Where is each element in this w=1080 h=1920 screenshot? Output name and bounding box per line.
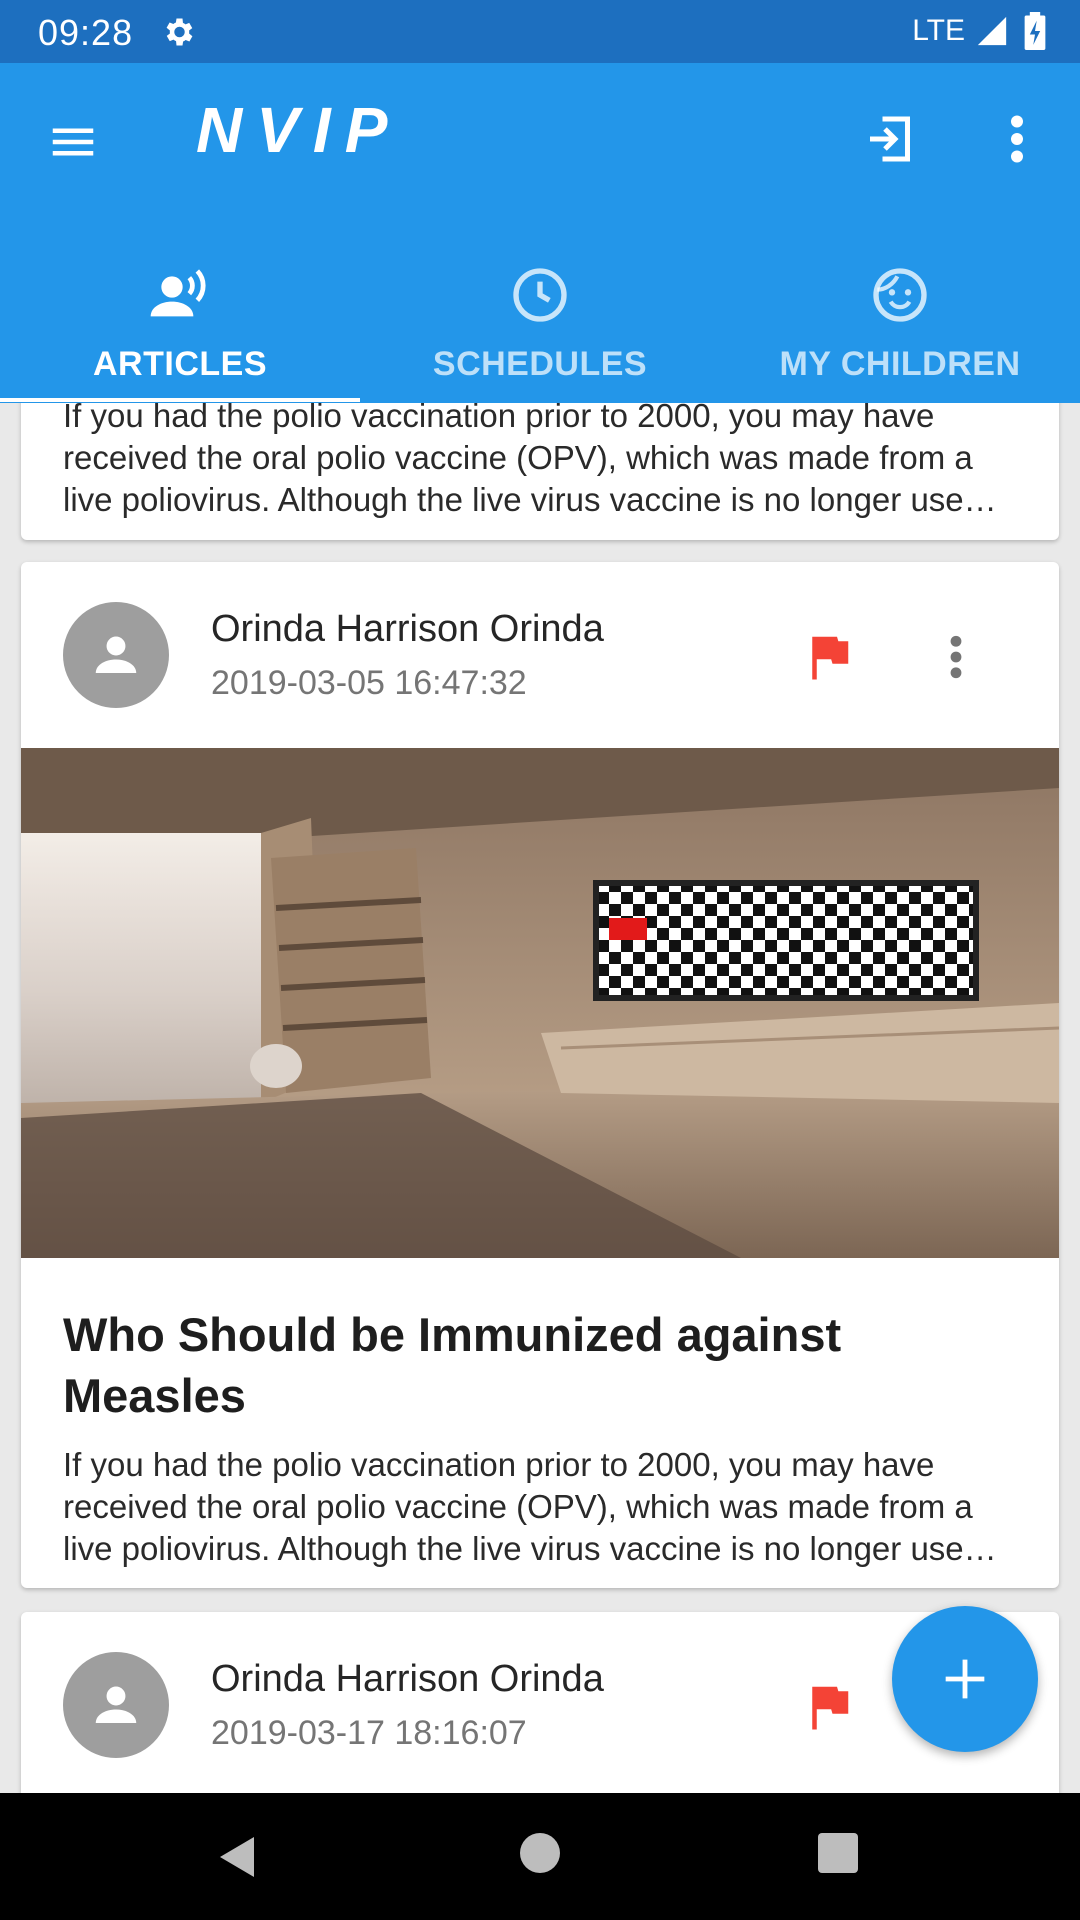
tab-schedules[interactable]: SCHEDULES xyxy=(360,235,720,403)
app-bar: NVIP ARTICLES SCHEDULES MY CHILDREN xyxy=(0,63,1080,403)
back-icon[interactable] xyxy=(214,1833,262,1881)
room-illustration xyxy=(21,748,1059,1258)
tv-screen xyxy=(593,880,979,1001)
tab-my-children-label: MY CHILDREN xyxy=(779,345,1021,383)
article-excerpt: If you had the polio vaccination prior t… xyxy=(63,1446,983,1567)
avatar xyxy=(63,1652,169,1758)
recent-apps-icon[interactable] xyxy=(818,1833,858,1873)
settings-gear-icon xyxy=(166,18,193,46)
status-bar: 09:28 LTE xyxy=(0,0,1080,63)
article-excerpt: If you had the polio vaccination prior t… xyxy=(63,403,983,518)
add-button[interactable] xyxy=(892,1606,1038,1752)
tab-schedules-label: SCHEDULES xyxy=(432,345,648,383)
person-icon xyxy=(95,1686,137,1723)
tab-indicator xyxy=(0,398,360,402)
author-name: Orinda Harrison Orinda xyxy=(211,1658,604,1700)
article-card[interactable]: Orinda Harrison Orinda 2019-03-05 16:47:… xyxy=(21,562,1059,1588)
login-icon[interactable] xyxy=(860,109,920,169)
tab-articles-label: ARTICLES xyxy=(93,345,267,383)
speaker-person-icon xyxy=(150,269,206,317)
more-vert-icon[interactable] xyxy=(941,630,971,684)
flag-icon[interactable] xyxy=(801,1680,855,1734)
status-time: 09:28 xyxy=(38,12,134,53)
articles-list[interactable]: If you had the polio vaccination prior t… xyxy=(0,403,1080,1793)
article-card[interactable]: If you had the polio vaccination prior t… xyxy=(21,403,1059,540)
post-date: 2019-03-05 16:47:32 xyxy=(211,664,527,702)
signal-icon xyxy=(977,16,1007,46)
flag-icon[interactable] xyxy=(801,630,855,684)
menu-icon[interactable] xyxy=(46,115,100,169)
tab-bar: ARTICLES SCHEDULES MY CHILDREN xyxy=(0,235,1080,403)
article-header: Orinda Harrison Orinda 2019-03-05 16:47:… xyxy=(21,562,1059,748)
person-icon xyxy=(95,636,137,673)
avatar xyxy=(63,602,169,708)
cat-figure xyxy=(250,1044,302,1088)
network-type: LTE xyxy=(912,14,965,47)
tab-my-children[interactable]: MY CHILDREN xyxy=(720,235,1080,403)
app-title: NVIP xyxy=(196,94,402,166)
home-icon[interactable] xyxy=(520,1833,560,1873)
plus-icon xyxy=(945,1659,985,1699)
post-date: 2019-03-17 18:16:07 xyxy=(211,1714,527,1752)
child-face-icon xyxy=(873,268,927,322)
article-title[interactable]: Who Should be Immunized against Measles xyxy=(63,1304,1009,1426)
clock-icon xyxy=(513,268,567,322)
more-vert-icon[interactable] xyxy=(1000,109,1034,169)
author-name: Orinda Harrison Orinda xyxy=(211,608,604,650)
system-nav-bar xyxy=(0,1793,1080,1920)
article-image[interactable] xyxy=(21,748,1059,1258)
battery-charging-icon xyxy=(1024,12,1046,50)
tab-articles[interactable]: ARTICLES xyxy=(0,235,360,403)
